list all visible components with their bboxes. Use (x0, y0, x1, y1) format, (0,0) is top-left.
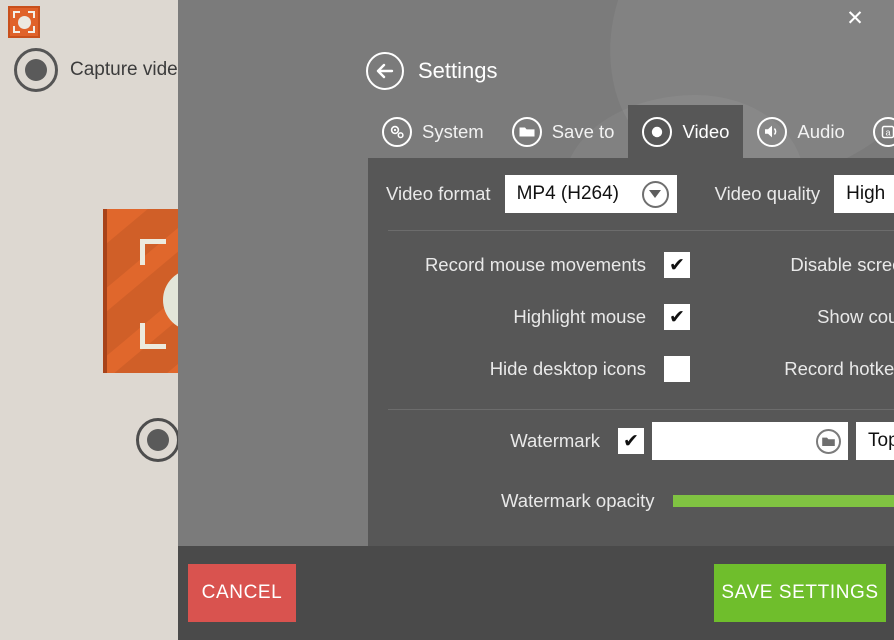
record-radio-icon[interactable] (14, 48, 58, 92)
checkbox[interactable]: ✔ (664, 304, 690, 330)
watermark-opacity-slider[interactable] (673, 495, 894, 507)
settings-tabs: System Save to Video Audio (368, 105, 894, 158)
capture-video-label: Capture video (70, 59, 188, 81)
watermark-row: Watermark ✔ Top Left (386, 410, 894, 472)
tab-audio[interactable]: Audio (743, 105, 858, 158)
dialog-footer: CANCEL SAVE SETTINGS (178, 546, 894, 640)
watermark-label: Watermark (386, 430, 618, 452)
watermark-opacity-label: Watermark opacity (386, 490, 669, 512)
tab-label: Audio (797, 121, 844, 143)
folder-icon[interactable] (816, 429, 841, 454)
option-label: Hide desktop icons (386, 357, 664, 381)
video-quality-select[interactable]: High (834, 175, 894, 213)
options-column-right: Disable screensaver Show countdown ✔ Rec… (714, 239, 894, 395)
watermark-position-value: Top Left (868, 430, 894, 452)
tab-label: Video (682, 121, 729, 143)
folder-icon (512, 117, 542, 147)
svg-text:a: a (885, 127, 890, 137)
watermark-opacity-row: Watermark opacity 85 % (386, 472, 894, 530)
cancel-button[interactable]: CANCEL (188, 564, 296, 622)
option-hide-desktop-icons[interactable]: Hide desktop icons (386, 343, 714, 395)
watermark-position-select[interactable]: Top Left (856, 422, 894, 460)
option-label: Show countdown (750, 305, 894, 329)
record-dot-icon (642, 117, 672, 147)
option-disable-screensaver[interactable]: Disable screensaver (714, 239, 894, 291)
back-arrow-icon[interactable] (366, 52, 404, 90)
tab-label: Save to (552, 121, 615, 143)
gears-icon (382, 117, 412, 147)
a-key-icon: a (873, 117, 894, 147)
slider-fill (673, 495, 894, 507)
checkbox[interactable]: ✔ (664, 252, 690, 278)
dialog-header: Settings (366, 52, 498, 90)
close-icon[interactable]: ✕ (840, 3, 870, 33)
options-grid: Record mouse movements ✔ Highlight mouse… (386, 231, 894, 395)
video-format-select[interactable]: MP4 (H264) (505, 175, 677, 213)
video-quality-label: Video quality (715, 183, 821, 205)
checkbox[interactable] (664, 356, 690, 382)
watermark-checkbox[interactable]: ✔ (618, 428, 644, 454)
video-quality-value: High (846, 183, 894, 205)
settings-dialog: ✕ Settings System (178, 0, 894, 640)
tab-save-to[interactable]: Save to (498, 105, 629, 158)
chevron-down-icon[interactable] (642, 181, 669, 208)
option-label: Highlight mouse (386, 305, 664, 329)
save-settings-button[interactable]: SAVE SETTINGS (714, 564, 886, 622)
option-label: Disable screensaver (750, 253, 894, 277)
option-highlight-mouse[interactable]: Highlight mouse ✔ (386, 291, 714, 343)
tab-label: System (422, 121, 484, 143)
options-column-left: Record mouse movements ✔ Highlight mouse… (386, 239, 714, 395)
secondary-record-radio-icon[interactable] (136, 418, 180, 462)
option-label: Record mouse movements (386, 253, 664, 277)
tab-hotkeys[interactable]: a Hotkeys (859, 105, 894, 158)
tab-system[interactable]: System (368, 105, 498, 158)
page-title: Settings (418, 58, 498, 84)
option-label: Record hotkeys used (750, 357, 894, 381)
video-settings-panel: Video format MP4 (H264) Video quality Hi… (368, 158, 894, 546)
capture-logo-icon (8, 6, 40, 38)
video-format-value: MP4 (H264) (517, 183, 642, 205)
video-format-label: Video format (386, 183, 491, 205)
format-quality-row: Video format MP4 (H264) Video quality Hi… (386, 158, 894, 230)
capture-video-option[interactable]: Capture video (14, 48, 188, 92)
option-record-mouse-movements[interactable]: Record mouse movements ✔ (386, 239, 714, 291)
option-record-hotkeys-used[interactable]: Record hotkeys used (714, 343, 894, 395)
tab-video[interactable]: Video (628, 105, 743, 158)
option-show-countdown[interactable]: Show countdown ✔ (714, 291, 894, 343)
watermark-path-field[interactable] (652, 422, 848, 460)
speaker-icon (757, 117, 787, 147)
